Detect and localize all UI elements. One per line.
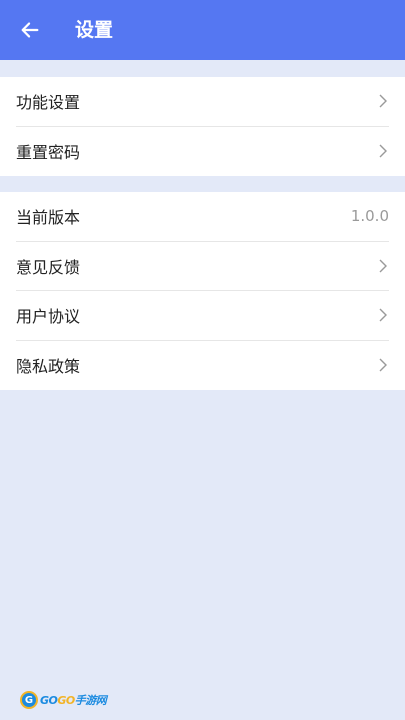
settings-item-label: 用户协议	[16, 307, 81, 327]
settings-item-reset-password[interactable]: 重置密码	[16, 127, 389, 177]
settings-group-account: 功能设置 重置密码	[0, 77, 405, 176]
settings-item-feature-settings[interactable]: 功能设置	[16, 77, 389, 127]
chevron-right-icon	[377, 143, 389, 159]
settings-item-label: 功能设置	[16, 93, 81, 113]
settings-item-current-version: 当前版本 1.0.0	[16, 192, 389, 242]
logo-mark: G	[20, 691, 38, 709]
back-button[interactable]	[0, 0, 60, 60]
logo-text-part3: 手游网	[74, 694, 107, 707]
settings-item-label: 意见反馈	[16, 257, 81, 277]
logo-text-part2: GO	[57, 694, 75, 707]
settings-item-user-agreement[interactable]: 用户协议	[16, 291, 389, 341]
settings-item-label: 隐私政策	[16, 357, 81, 377]
settings-item-feedback[interactable]: 意见反馈	[16, 242, 389, 291]
app-header: 设置	[0, 0, 405, 60]
logo-text: GOGO手游网	[40, 692, 107, 708]
chevron-right-icon	[377, 307, 389, 323]
settings-item-label: 重置密码	[16, 143, 81, 163]
settings-item-label: 当前版本	[16, 208, 81, 228]
chevron-right-icon	[377, 258, 389, 274]
settings-item-privacy-policy[interactable]: 隐私政策	[16, 341, 389, 391]
page-title: 设置	[75, 19, 114, 41]
logo-text-part1: GO	[40, 694, 58, 707]
watermark-logo: G GOGO手游网	[20, 690, 107, 710]
chevron-right-icon	[377, 93, 389, 109]
settings-group-about: 当前版本 1.0.0 意见反馈 用户协议 隐私政策	[0, 192, 405, 390]
version-value: 1.0.0	[350, 207, 389, 226]
arrow-left-icon	[21, 22, 39, 38]
chevron-right-icon	[377, 357, 389, 373]
